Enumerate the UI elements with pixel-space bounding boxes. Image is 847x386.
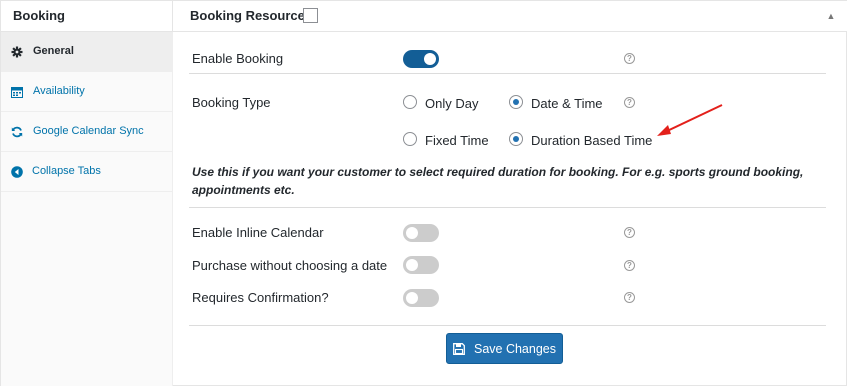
toggle-knob xyxy=(406,259,418,271)
save-changes-label: Save Changes xyxy=(473,341,556,356)
enable-inline-calendar-label: Enable Inline Calendar xyxy=(192,225,324,240)
requires-confirmation-label: Requires Confirmation? xyxy=(192,290,329,305)
help-icon[interactable]: ? xyxy=(624,260,635,271)
toggle-knob xyxy=(406,227,418,239)
purchase-without-date-toggle[interactable] xyxy=(403,256,439,274)
section-divider xyxy=(189,325,826,326)
help-icon[interactable]: ? xyxy=(624,227,635,238)
toggle-knob xyxy=(406,292,418,304)
booking-type-note: Use this if you want your customer to se… xyxy=(192,165,804,197)
help-icon[interactable]: ? xyxy=(624,292,635,303)
save-changes-button[interactable]: Save Changes xyxy=(446,333,563,364)
requires-confirmation-toggle[interactable] xyxy=(403,289,439,307)
save-icon xyxy=(453,342,465,355)
section-divider xyxy=(189,207,826,208)
booking-panel: Booking Booking Resource: ▲ General Avai… xyxy=(0,0,847,386)
purchase-without-date-label: Purchase without choosing a date xyxy=(192,258,388,273)
enable-inline-calendar-toggle[interactable] xyxy=(403,224,439,242)
